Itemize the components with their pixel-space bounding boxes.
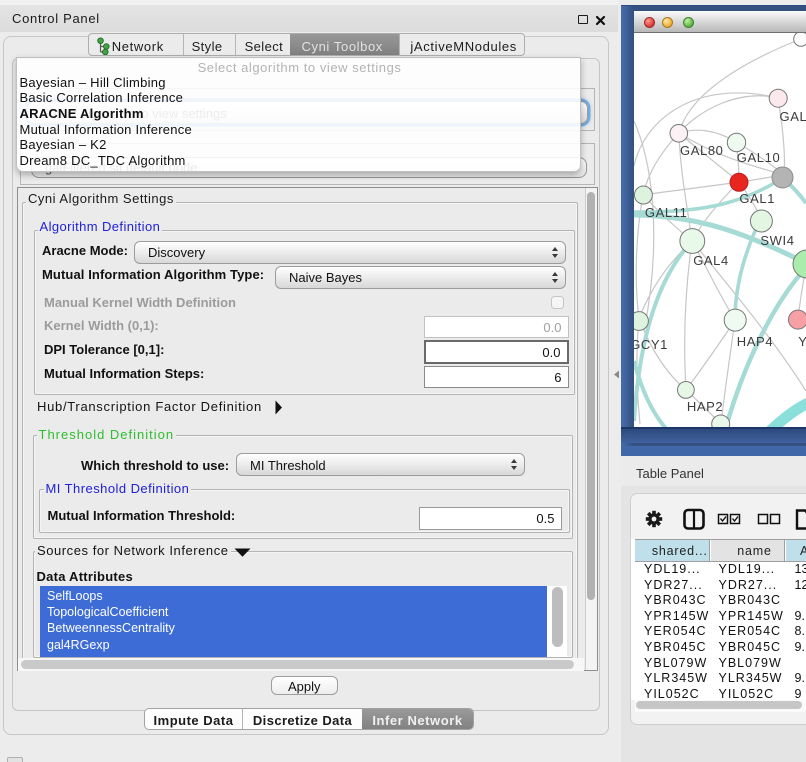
svg-text:SWI4: SWI4: [760, 233, 794, 248]
svg-text:GAL1: GAL1: [739, 191, 775, 206]
svg-text:Y: Y: [798, 334, 806, 349]
svg-text:GAL7: GAL7: [780, 109, 806, 124]
svg-text:GAL80: GAL80: [680, 143, 723, 158]
svg-text:HAP2: HAP2: [687, 399, 723, 414]
svg-text:GAL11: GAL11: [645, 205, 688, 220]
svg-text:GAL4: GAL4: [693, 253, 729, 268]
svg-text:GCY1: GCY1: [634, 337, 668, 352]
svg-text:GAL10: GAL10: [737, 150, 780, 165]
svg-text:HAP4: HAP4: [737, 334, 773, 349]
